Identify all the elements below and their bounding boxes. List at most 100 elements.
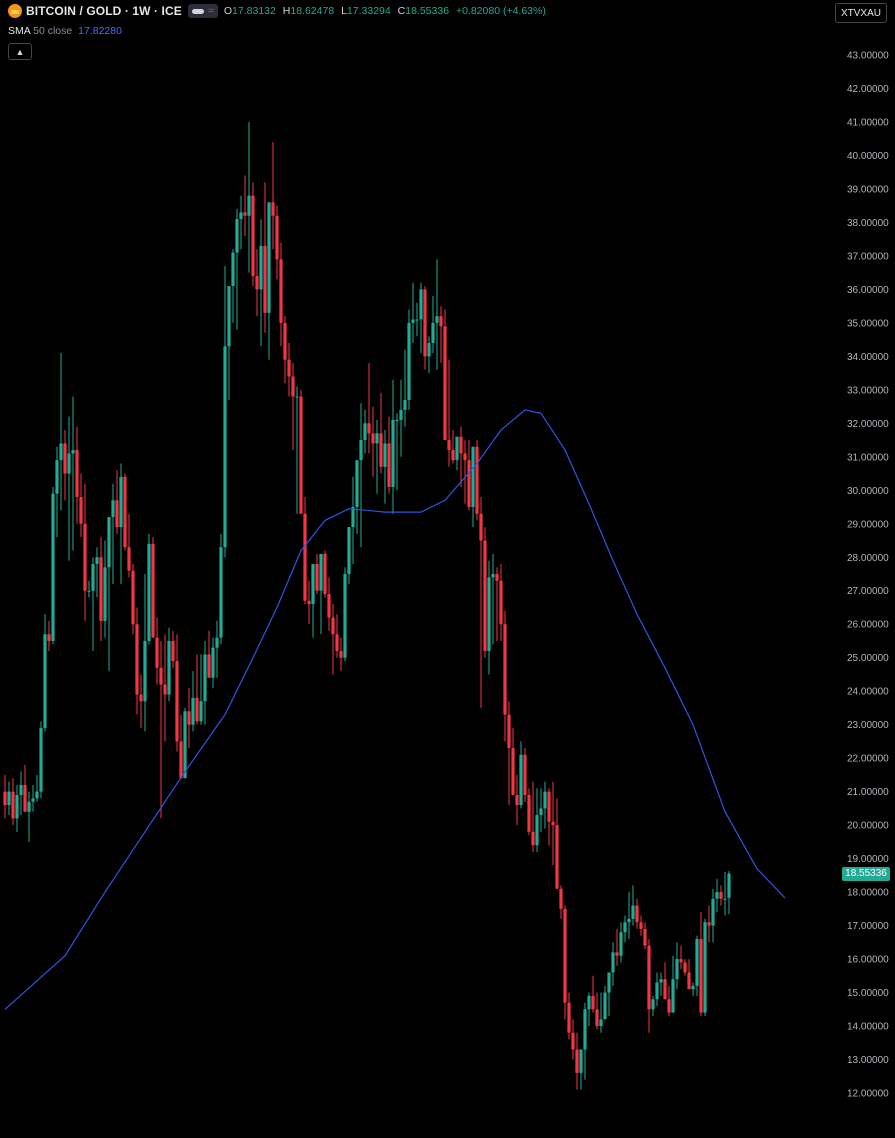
candle-body (523, 754, 527, 795)
candle (191, 671, 195, 732)
ticker-label[interactable]: XTVXAU (834, 3, 887, 23)
candle-body (291, 376, 295, 397)
candle-body (111, 500, 115, 518)
candle-body (491, 574, 495, 578)
candle (543, 781, 547, 829)
candle (435, 259, 439, 370)
candle-body (483, 540, 487, 652)
candle-body (123, 476, 127, 548)
candle-body (263, 245, 267, 313)
candle (595, 992, 599, 1030)
y-tick-label: 33.00000 (847, 385, 889, 396)
candle-body (315, 563, 319, 591)
candle-body (287, 359, 291, 377)
candle (187, 687, 191, 749)
candle-body (603, 992, 607, 1020)
sma-name: SMA (8, 25, 31, 37)
candle-body (627, 918, 631, 923)
candle (183, 707, 187, 779)
candle (703, 918, 707, 1016)
candle (631, 885, 635, 926)
candle-body (631, 905, 635, 919)
candle-body (179, 741, 183, 779)
candle (507, 701, 511, 806)
candle (39, 721, 43, 799)
candle (47, 620, 51, 652)
y-tick-label: 28.00000 (847, 553, 889, 564)
candle-body (211, 647, 215, 678)
candle (127, 513, 131, 578)
candle-body (347, 527, 351, 574)
candle-body (203, 654, 207, 702)
candle (359, 403, 363, 548)
candle-body (83, 523, 87, 591)
candle-body (563, 908, 567, 1003)
candle-body (107, 517, 111, 568)
candle-body (727, 873, 731, 898)
candle (227, 286, 231, 400)
candle (295, 386, 299, 514)
visibility-toggle[interactable]: ≈ (187, 4, 218, 18)
candle (211, 637, 215, 688)
eye-icon[interactable] (191, 8, 204, 14)
candle-body (403, 399, 407, 410)
candle (455, 436, 459, 471)
candle (491, 553, 495, 645)
candle (483, 527, 487, 658)
candle (163, 634, 167, 742)
y-tick-label: 43.00000 (847, 51, 889, 62)
candle-body (611, 952, 615, 973)
change-value: +0.82080 (+4.63%) (455, 5, 546, 17)
candle (399, 379, 403, 457)
candle (291, 363, 295, 451)
candle-body (695, 938, 699, 986)
candle (171, 630, 175, 668)
chart-header: BITCOIN / GOLD · 1W · ICE ≈ O17.83132 H1… (0, 0, 550, 22)
candle-body (151, 543, 155, 638)
candle-body (479, 513, 483, 541)
candle-body (723, 898, 727, 900)
wave-icon[interactable]: ≈ (208, 4, 214, 18)
candle-body (683, 962, 687, 973)
y-tick-label: 38.00000 (847, 218, 889, 229)
candle-body (163, 684, 167, 695)
symbol-title[interactable]: BITCOIN / GOLD · 1W · ICE (26, 4, 182, 18)
candle (411, 282, 415, 343)
candle (139, 674, 143, 729)
candle-body (319, 553, 323, 591)
candle (287, 342, 291, 397)
candle (479, 496, 483, 708)
y-tick-label: 40.00000 (847, 151, 889, 162)
candle (175, 634, 179, 752)
candle-body (359, 440, 363, 461)
sma-legend[interactable]: SMA 50 close 17.82280 (8, 25, 122, 37)
candle-body (7, 791, 11, 806)
candle (59, 353, 63, 511)
candle-body (555, 825, 559, 889)
candle-body (51, 493, 55, 641)
y-tick-label: 29.00000 (847, 519, 889, 530)
candle (147, 533, 151, 645)
candle (707, 905, 711, 943)
candle (223, 265, 227, 558)
candle-body (579, 1049, 583, 1073)
candle-body (691, 985, 695, 990)
candle (403, 349, 407, 427)
candle (407, 309, 411, 410)
candle-body (411, 319, 415, 323)
candle (71, 396, 75, 551)
candle-body (363, 423, 367, 441)
candle-body (279, 259, 283, 323)
candle-body (663, 979, 667, 1000)
candle (307, 580, 311, 625)
chevron-up-icon[interactable]: ▲ (16, 47, 25, 57)
y-tick-label: 31.00000 (847, 452, 889, 463)
y-tick-label: 14.00000 (847, 1022, 889, 1033)
collapse-legend-button[interactable]: ▲ (8, 43, 32, 60)
price-chart[interactable]: 12.00000 13.00000 14.00000 15.00000 16.00000… (0, 0, 895, 1138)
candle (427, 336, 431, 374)
candle-body (187, 711, 191, 725)
candle-body (251, 195, 255, 276)
candle-body (299, 396, 303, 514)
candle-body (27, 801, 31, 812)
